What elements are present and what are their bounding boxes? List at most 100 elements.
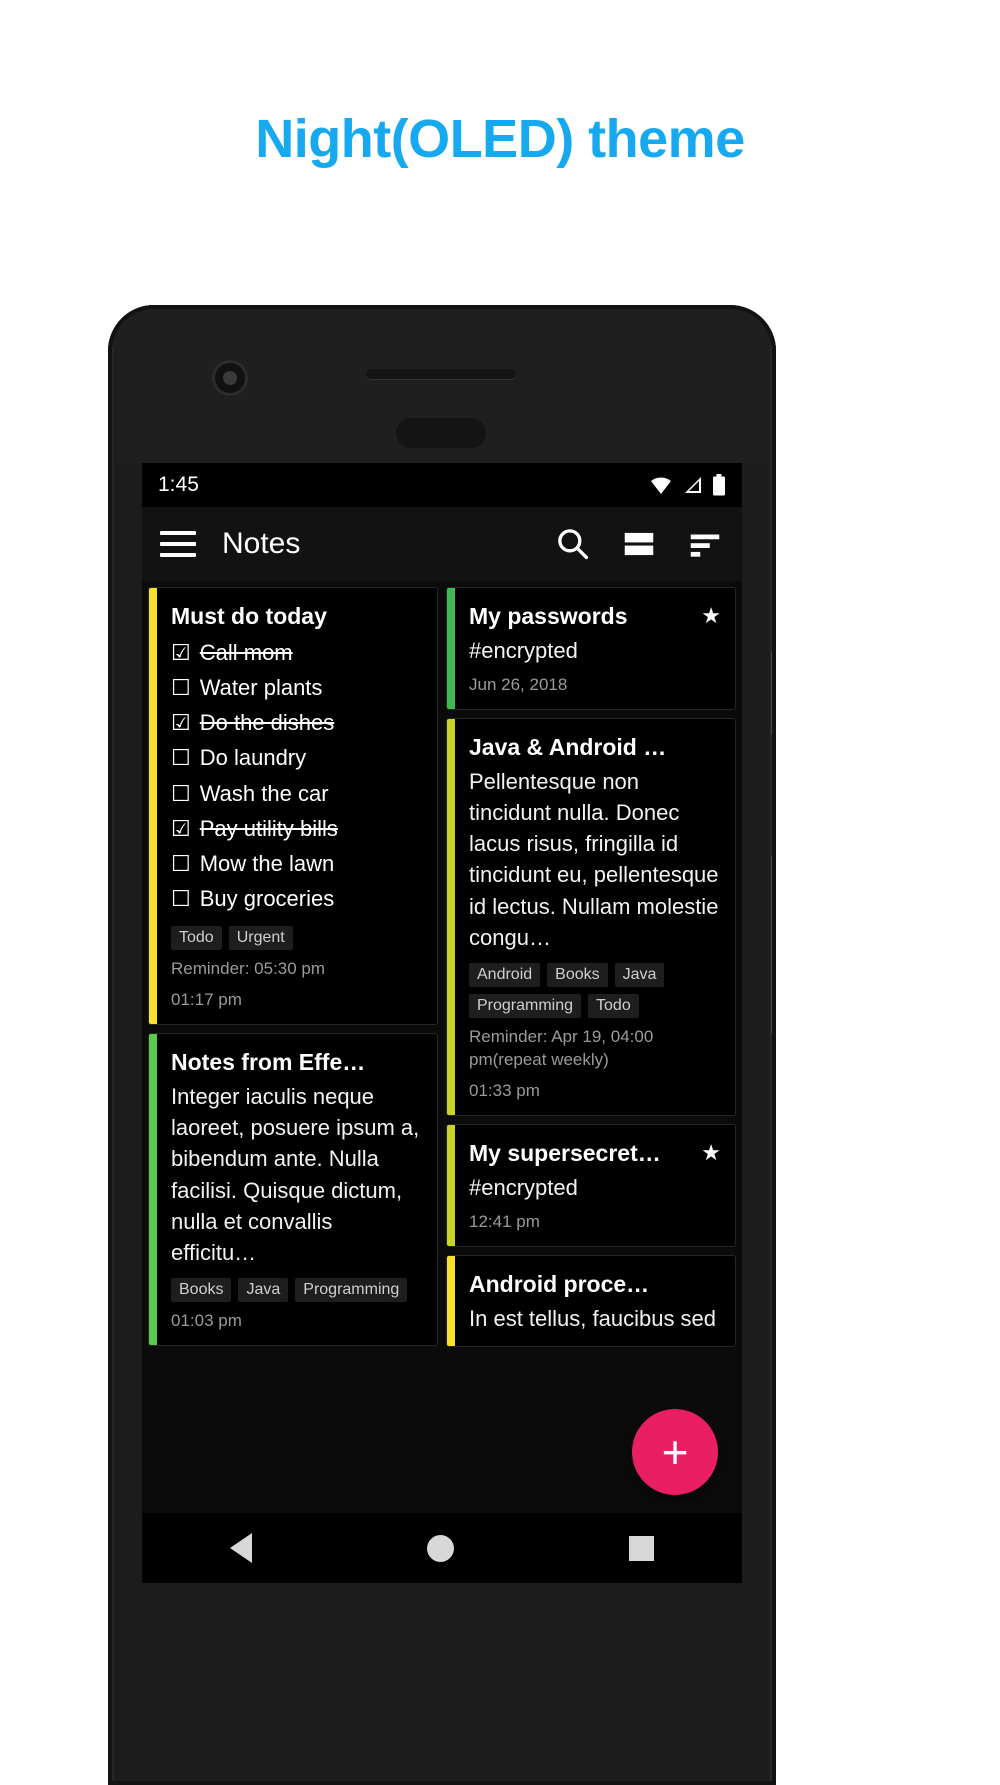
- earpiece-speaker: [366, 369, 516, 379]
- note-tags: Todo Urgent: [171, 926, 423, 951]
- note-tags: Books Java Programming: [171, 1278, 423, 1303]
- hamburger-menu-icon[interactable]: [160, 531, 196, 557]
- note-body: #encrypted: [469, 1174, 578, 1200]
- status-time: 1:45: [158, 473, 199, 496]
- checklist-label: Call mom: [199, 639, 293, 665]
- note-tag[interactable]: Java: [238, 1278, 289, 1303]
- note-checklist: ☑ Call mom ☐ Water plants ☑ Do the dishe…: [171, 635, 423, 917]
- checklist-item[interactable]: ☐ Do laundry: [171, 740, 423, 775]
- checklist-item[interactable]: ☑ Do the dishes: [171, 705, 423, 740]
- notes-list[interactable]: Must do today ☑ Call mom ☐ Water plants: [142, 581, 742, 1513]
- checklist-label: Wash the car: [199, 780, 329, 806]
- note-tag[interactable]: Todo: [171, 926, 222, 951]
- toolbar-title: Notes: [222, 527, 301, 560]
- note-tag[interactable]: Books: [171, 1278, 232, 1303]
- checkbox-unchecked-icon[interactable]: ☐: [171, 740, 191, 775]
- checklist-label: Mow the lawn: [199, 850, 335, 876]
- note-tag[interactable]: Android: [469, 963, 541, 988]
- sort-icon[interactable]: [686, 525, 724, 563]
- note-tags: Android Books Java Programming Todo: [469, 963, 721, 1019]
- note-body: Integer iaculis neque laoreet, posuere i…: [171, 1083, 420, 1266]
- note-accent-bar: [447, 1124, 455, 1246]
- front-camera-icon: [215, 363, 245, 393]
- note-card-my-supersecret[interactable]: My supersecret… ★ #encrypted 12:41 pm: [446, 1123, 736, 1247]
- note-title: My passwords: [469, 603, 628, 629]
- note-tag[interactable]: Urgent: [228, 926, 293, 951]
- star-icon[interactable]: ★: [701, 605, 721, 627]
- notes-column-right: My passwords ★ #encrypted Jun 26, 2018 J…: [446, 587, 736, 1507]
- star-icon[interactable]: ★: [701, 1141, 721, 1164]
- note-tag[interactable]: Java: [614, 963, 665, 988]
- battery-icon: [713, 474, 725, 496]
- phone-top-bezel: [108, 305, 776, 463]
- note-timestamp: Jun 26, 2018: [469, 674, 568, 694]
- volume-button[interactable]: [771, 855, 776, 1035]
- power-button[interactable]: [771, 650, 776, 736]
- note-card-notes-from-effective-java[interactable]: Notes from Effe… Integer iaculis neque l…: [148, 1033, 438, 1347]
- phone-mockup: 1:45 Notes Must do today ☑ Call mom ☐ Wa…: [108, 305, 776, 1785]
- checkbox-unchecked-icon[interactable]: ☐: [171, 670, 191, 705]
- checklist-item[interactable]: ☐ Buy groceries: [171, 881, 423, 916]
- checklist-item[interactable]: ☑ Pay utility bills: [171, 811, 423, 846]
- note-accent-bar: [447, 718, 455, 1115]
- page-title: Night(OLED) theme: [255, 109, 745, 169]
- checkbox-checked-icon[interactable]: ☑: [171, 705, 191, 740]
- checklist-item[interactable]: ☐ Wash the car: [171, 776, 423, 811]
- checklist-label: Do laundry: [199, 745, 307, 771]
- note-card-my-passwords[interactable]: My passwords ★ #encrypted Jun 26, 2018: [446, 587, 736, 710]
- view-mode-icon[interactable]: [620, 525, 658, 563]
- checkbox-unchecked-icon[interactable]: ☐: [171, 846, 191, 881]
- checkbox-checked-icon[interactable]: ☑: [171, 635, 191, 670]
- note-title: Must do today: [171, 603, 327, 629]
- note-tag[interactable]: Todo: [588, 994, 639, 1019]
- checklist-label: Buy groceries: [199, 886, 335, 912]
- note-reminder: Reminder: 05:30 pm: [171, 959, 326, 979]
- checklist-item[interactable]: ☐ Mow the lawn: [171, 846, 423, 881]
- phone-left-edge: [108, 345, 116, 1785]
- note-card-java-and-android[interactable]: Java & Android … Pellentesque non tincid…: [446, 717, 736, 1116]
- note-title: Java & Android …: [469, 733, 667, 760]
- note-body: Pellentesque non tincidunt nulla. Donec …: [469, 768, 719, 950]
- back-icon[interactable]: [229, 1533, 252, 1563]
- note-title: My supersecret…: [469, 1139, 661, 1166]
- note-title: Android proce…: [469, 1270, 650, 1297]
- notes-column-left: Must do today ☑ Call mom ☐ Water plants: [148, 587, 438, 1507]
- note-accent-bar: [149, 1034, 157, 1346]
- note-reminder: Reminder: Apr 19, 04:00 pm(repeat weekly…: [469, 1027, 654, 1070]
- note-tag[interactable]: Programming: [469, 994, 582, 1019]
- note-body: #encrypted: [469, 637, 578, 663]
- note-body: In est tellus, faucibus sed: [469, 1305, 717, 1331]
- android-navigation-bar: [142, 1513, 742, 1583]
- signal-icon: [685, 477, 701, 493]
- home-icon[interactable]: [426, 1534, 454, 1562]
- add-note-fab[interactable]: +: [632, 1409, 718, 1495]
- wifi-icon: [651, 477, 671, 494]
- note-accent-bar: [149, 588, 157, 1025]
- status-bar: 1:45: [142, 463, 742, 507]
- phone-screen: 1:45 Notes Must do today ☑ Call mom ☐ Wa…: [142, 463, 742, 1583]
- note-card-must-do-today[interactable]: Must do today ☑ Call mom ☐ Water plants: [148, 587, 438, 1026]
- note-accent-bar: [447, 1255, 455, 1346]
- note-tag[interactable]: Programming: [295, 1278, 408, 1303]
- checklist-item[interactable]: ☑ Call mom: [171, 635, 423, 670]
- note-accent-bar: [447, 588, 455, 709]
- app-toolbar: Notes: [142, 507, 742, 581]
- note-timestamp: 12:41 pm: [469, 1211, 540, 1231]
- recents-icon[interactable]: [629, 1535, 655, 1561]
- checkbox-unchecked-icon[interactable]: ☐: [171, 776, 191, 811]
- checklist-item[interactable]: ☐ Water plants: [171, 670, 423, 705]
- note-title: Notes from Effe…: [171, 1049, 366, 1076]
- note-card-android-process[interactable]: Android proce… In est tellus, faucibus s…: [446, 1254, 736, 1347]
- checklist-label: Do the dishes: [199, 710, 335, 736]
- note-timestamp: 01:03 pm: [171, 1311, 242, 1331]
- checklist-label: Pay utility bills: [199, 815, 338, 841]
- note-timestamp: 01:33 pm: [469, 1080, 540, 1100]
- checkbox-checked-icon[interactable]: ☑: [171, 811, 191, 846]
- checkbox-unchecked-icon[interactable]: ☐: [171, 881, 191, 916]
- note-timestamp: 01:17 pm: [171, 990, 242, 1010]
- phone-right-edge: [768, 345, 776, 1785]
- search-icon[interactable]: [554, 525, 592, 563]
- sensor-pill: [396, 418, 486, 448]
- note-tag[interactable]: Books: [547, 963, 608, 988]
- checklist-label: Water plants: [199, 674, 323, 700]
